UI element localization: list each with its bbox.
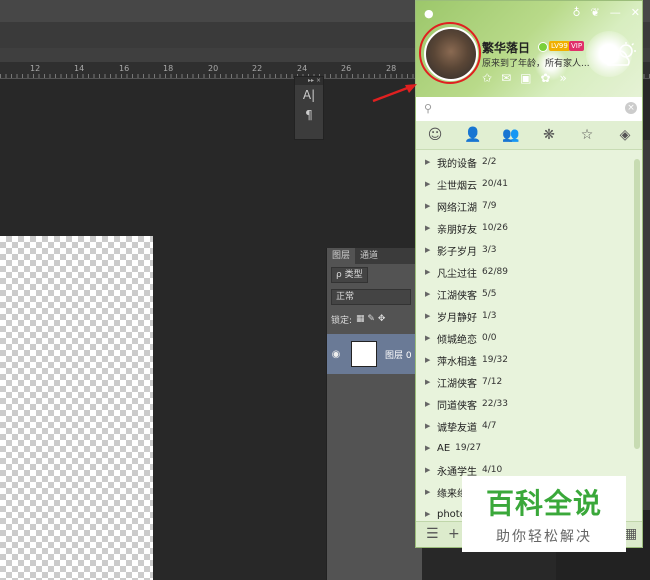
blend-mode-row: 正常	[327, 286, 422, 308]
nickname: 繁华落日	[482, 41, 531, 55]
chevron-right-icon: ▶	[425, 466, 431, 474]
scrollbar[interactable]	[634, 159, 640, 449]
add-icon[interactable]: +	[448, 526, 460, 542]
qq-header: ● ♁ ❦ — ✕ 繁华落日 LV99 VIP 原来到了年龄，所有家人... ✩…	[416, 1, 642, 97]
shirt-icon[interactable]: ❦	[591, 6, 600, 19]
blend-mode-select[interactable]: 正常	[331, 289, 411, 305]
list-item[interactable]: ▶ 江湖侠客 5/5	[416, 283, 634, 305]
minimize-button[interactable]: —	[610, 6, 621, 19]
list-item[interactable]: ▶ 我的设备 2/2	[416, 151, 634, 173]
chevron-right-icon: ▶	[425, 334, 431, 342]
watermark-subtitle: 助你轻松解决	[496, 529, 592, 545]
ruler-tick: 26	[341, 64, 352, 73]
chevron-right-icon: ▶	[425, 422, 431, 430]
chevron-right-icon: ▶	[425, 290, 431, 298]
tab-contacts[interactable]: 👤	[454, 121, 492, 149]
panel-header[interactable]: ▸▸ ×	[295, 77, 323, 85]
lock-icons[interactable]: ▦ ✎ ✥	[356, 314, 385, 324]
search-bar[interactable]: ⚲ ×	[416, 97, 642, 122]
paragraph-tool-icon[interactable]: ¶	[295, 105, 323, 125]
tab-layers[interactable]: 图层	[327, 248, 356, 264]
chevron-right-icon: ▶	[425, 312, 431, 320]
list-item[interactable]: ▶ 江湖侠客 7/12	[416, 371, 634, 393]
list-item[interactable]: ▶ AE 19/27	[416, 437, 634, 459]
close-button[interactable]: ✕	[631, 6, 640, 19]
list-item[interactable]: ▶ 萍水相逢 19/32	[416, 349, 634, 371]
online-status-icon[interactable]	[538, 42, 548, 52]
lock-row: 锁定: ▦ ✎ ✥	[327, 308, 422, 330]
ruler-tick: 22	[252, 64, 263, 73]
layers-tabs: 图层 通道	[327, 248, 422, 264]
chevron-right-icon: ▶	[425, 400, 431, 408]
vip-badge[interactable]: VIP	[569, 41, 585, 51]
space-icon[interactable]: ▣	[520, 71, 531, 85]
layer-filter-row: ρ 类型	[327, 264, 422, 286]
chevron-right-icon: ▶	[425, 202, 431, 210]
list-item[interactable]: ▶ 亲朋好友 10/26	[416, 217, 634, 239]
skin-icon[interactable]: ♁	[573, 6, 581, 19]
list-item[interactable]: ▶ 网络江湖 7/9	[416, 195, 634, 217]
tab-groups[interactable]: 👥	[492, 121, 530, 149]
header-toolbar: ✩ ✉ ▣ ✿ »	[482, 71, 567, 85]
window-controls: ♁ ❦ — ✕	[573, 6, 641, 19]
list-item[interactable]: ▶ 岁月静好 1/3	[416, 305, 634, 327]
clear-search-icon[interactable]: ×	[625, 102, 637, 114]
list-item[interactable]: ▶ 倾城绝恋 0/0	[416, 327, 634, 349]
mail-icon[interactable]: ✉	[501, 71, 511, 85]
watermark-title: 百科全说	[485, 487, 602, 520]
chevron-right-icon: ▶	[425, 224, 431, 232]
signature[interactable]: 原来到了年龄，所有家人...	[482, 56, 590, 69]
tab-favorites[interactable]: ☆	[568, 121, 606, 149]
gift-icon[interactable]: ✿	[540, 71, 550, 85]
ruler-tick: 12	[30, 64, 41, 73]
qq-main-window: ● ♁ ❦ — ✕ 繁华落日 LV99 VIP 原来到了年龄，所有家人... ✩…	[415, 0, 643, 548]
lock-label: 锁定:	[331, 315, 353, 326]
main-menu-icon[interactable]: ☰	[426, 526, 439, 542]
character-tool-icon[interactable]: A|	[295, 85, 323, 105]
tab-apps[interactable]: ❋	[530, 121, 568, 149]
ruler-tick: 18	[163, 64, 174, 73]
layer-filter-select[interactable]: ρ 类型	[331, 267, 368, 283]
list-item[interactable]: ▶ 尘世烟云 20/41	[416, 173, 634, 195]
ruler-tick: 20	[208, 64, 219, 73]
annotation-arrow-icon	[372, 84, 417, 103]
transparent-canvas[interactable]	[0, 236, 153, 580]
layer-thumbnail	[351, 341, 377, 367]
chevron-right-icon: ▶	[425, 158, 431, 166]
watermark: 百科全说 助你轻松解决	[462, 476, 626, 552]
list-item[interactable]: ▶ 凡尘过往 62/89	[416, 261, 634, 283]
layers-panel: 图层 通道 ρ 类型 正常 锁定: ▦ ✎ ✥ ◉ 图层 0	[326, 248, 422, 580]
contact-groups: ▶ 我的设备 2/2 ▶ 尘世烟云 20/41 ▶ 网络江湖 7/9 ▶ 亲朋好友 10/26 …	[416, 151, 634, 525]
more-icon[interactable]: »	[560, 71, 567, 85]
star-icon[interactable]: ✩	[482, 71, 492, 85]
qq-tabs: ☺ 👤 👥 ❋ ☆ ◈	[416, 121, 642, 150]
weather-cloud-sun-icon[interactable]	[602, 41, 638, 69]
eye-icon[interactable]: ◉	[327, 349, 345, 360]
chevron-right-icon: ▶	[425, 488, 431, 496]
tab-discover[interactable]: ◈	[606, 121, 642, 149]
annotation-red-circle	[419, 22, 481, 84]
tab-channels[interactable]: 通道	[355, 248, 383, 264]
layer-name: 图层 0	[385, 350, 412, 361]
chevron-right-icon: ▶	[425, 510, 431, 518]
list-item[interactable]: ▶ 同道侠客 22/33	[416, 393, 634, 415]
search-icon: ⚲	[424, 102, 433, 115]
chevron-right-icon: ▶	[425, 180, 431, 188]
chevron-right-icon: ▶	[425, 246, 431, 254]
chevron-right-icon: ▶	[425, 444, 431, 452]
list-item[interactable]: ▶ 诚挚友道 4/7	[416, 415, 634, 437]
ruler-tick: 24	[297, 64, 308, 73]
tab-messages[interactable]: ☺	[416, 121, 454, 149]
chevron-right-icon: ▶	[425, 378, 431, 386]
ruler-tick: 14	[74, 64, 85, 73]
ruler-tick: 28	[386, 64, 397, 73]
layer-row[interactable]: ◉ 图层 0	[327, 334, 422, 374]
chevron-right-icon: ▶	[425, 268, 431, 276]
ruler-tick: 16	[119, 64, 130, 73]
chevron-right-icon: ▶	[425, 356, 431, 364]
character-panel: ▸▸ × A| ¶	[294, 76, 324, 140]
qq-penguin-icon: ●	[424, 7, 434, 20]
level-badge[interactable]: LV99	[549, 41, 570, 51]
list-item[interactable]: ▶ 影子岁月 3/3	[416, 239, 634, 261]
